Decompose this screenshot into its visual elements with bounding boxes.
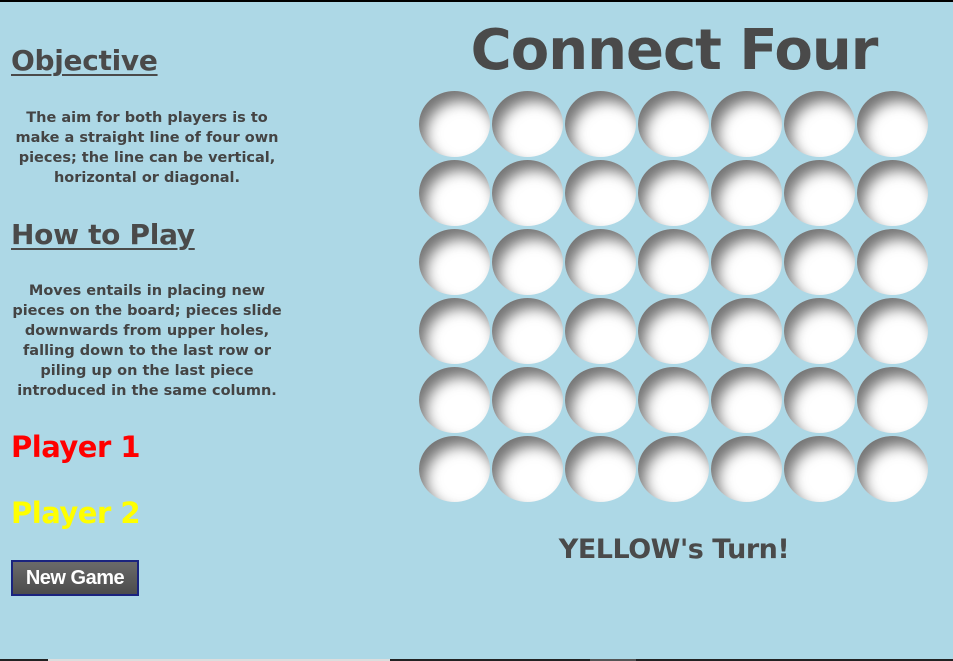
board-cell[interactable] [637, 227, 710, 296]
game-board [418, 89, 929, 503]
board-hole [711, 297, 782, 364]
board-hole [857, 90, 928, 157]
board-hole [419, 297, 490, 364]
board-cell[interactable] [491, 296, 564, 365]
board-cell[interactable] [710, 296, 783, 365]
board-cell[interactable] [491, 227, 564, 296]
board-hole [784, 366, 855, 433]
board-cell[interactable] [783, 227, 856, 296]
board-hole [492, 366, 563, 433]
game-title: Connect Four [470, 18, 879, 83]
board-cell[interactable] [564, 89, 637, 158]
board-cell[interactable] [710, 89, 783, 158]
board-hole [638, 228, 709, 295]
board-hole [638, 366, 709, 433]
board-cell[interactable] [637, 158, 710, 227]
board-hole [711, 435, 782, 502]
board-cell[interactable] [491, 434, 564, 503]
board-cell[interactable] [856, 296, 929, 365]
board-cell[interactable] [856, 227, 929, 296]
objective-text: The aim for both players is to make a st… [15, 110, 279, 186]
board-cell[interactable] [491, 365, 564, 434]
board-hole [419, 159, 490, 226]
board-cell[interactable] [710, 158, 783, 227]
board-hole [565, 297, 636, 364]
board-hole [784, 159, 855, 226]
board-cell[interactable] [710, 227, 783, 296]
board-cell[interactable] [856, 158, 929, 227]
board-hole [784, 228, 855, 295]
board-cell[interactable] [564, 296, 637, 365]
board-cell[interactable] [783, 365, 856, 434]
board-hole [492, 228, 563, 295]
board-cell[interactable] [564, 158, 637, 227]
board-hole [857, 366, 928, 433]
board-cell[interactable] [418, 296, 491, 365]
player-1-label: Player 1 [11, 430, 141, 464]
board-hole [419, 228, 490, 295]
board-cell[interactable] [710, 434, 783, 503]
board-cell[interactable] [637, 434, 710, 503]
board-cell[interactable] [564, 434, 637, 503]
new-game-button[interactable]: New Game [11, 560, 139, 596]
board-hole [638, 90, 709, 157]
board-cell[interactable] [418, 89, 491, 158]
board-cell[interactable] [856, 89, 929, 158]
board-hole [638, 435, 709, 502]
how-to-play-heading: How to Play [11, 218, 195, 251]
board-cell[interactable] [564, 227, 637, 296]
board-hole [784, 90, 855, 157]
board-cell[interactable] [783, 158, 856, 227]
board-hole [857, 159, 928, 226]
board-cell[interactable] [856, 365, 929, 434]
board-cell[interactable] [418, 158, 491, 227]
board-cell[interactable] [564, 365, 637, 434]
board-cell[interactable] [637, 296, 710, 365]
board-hole [565, 90, 636, 157]
board-cell[interactable] [418, 227, 491, 296]
board-hole [492, 297, 563, 364]
board-hole [638, 159, 709, 226]
board-hole [565, 435, 636, 502]
board-hole [492, 90, 563, 157]
turn-indicator: YELLOW's Turn! [558, 534, 790, 565]
board-hole [565, 366, 636, 433]
board-cell[interactable] [418, 365, 491, 434]
board-hole [419, 90, 490, 157]
player-2-label: Player 2 [11, 496, 141, 530]
board-cell[interactable] [783, 296, 856, 365]
how-to-play-text: Moves entails in placing new pieces on t… [12, 283, 282, 399]
board-hole [638, 297, 709, 364]
board-cell[interactable] [418, 434, 491, 503]
board-hole [565, 159, 636, 226]
board-hole [565, 228, 636, 295]
board-hole [419, 435, 490, 502]
sidebar: Objective The aim for both players is to… [0, 2, 290, 659]
board-cell[interactable] [637, 365, 710, 434]
board-cell[interactable] [491, 89, 564, 158]
board-hole [711, 90, 782, 157]
board-cell[interactable] [637, 89, 710, 158]
board-hole [492, 435, 563, 502]
board-hole [784, 297, 855, 364]
board-hole [711, 366, 782, 433]
objective-heading: Objective [11, 44, 158, 77]
game-page: Objective The aim for both players is to… [0, 2, 953, 659]
board-hole [419, 366, 490, 433]
board-hole [711, 228, 782, 295]
board-cell[interactable] [783, 434, 856, 503]
board-hole [711, 159, 782, 226]
board-hole [857, 435, 928, 502]
board-cell[interactable] [491, 158, 564, 227]
board-cell[interactable] [710, 365, 783, 434]
board-hole [492, 159, 563, 226]
board-cell[interactable] [856, 434, 929, 503]
board-hole [784, 435, 855, 502]
board-hole [857, 297, 928, 364]
board-hole [857, 228, 928, 295]
board-cell[interactable] [783, 89, 856, 158]
